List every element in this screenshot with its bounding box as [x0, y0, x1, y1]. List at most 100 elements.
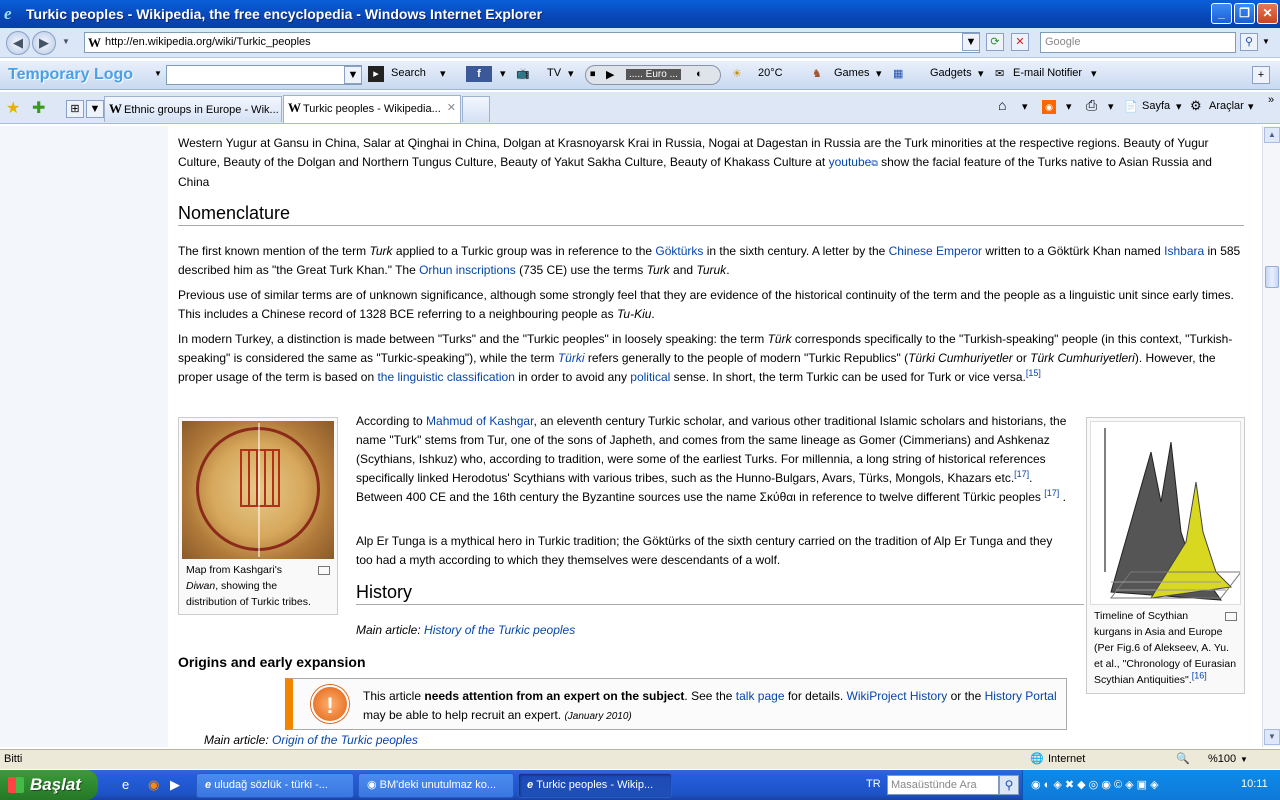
dropdown-icon[interactable]: ▾ [1091, 67, 1097, 80]
forward-button[interactable]: ▶ [32, 31, 56, 55]
volume-icon[interactable]: ◐ [696, 68, 703, 80]
favorites-star-icon[interactable]: ★ [6, 98, 20, 118]
url-input[interactable]: W http://en.wikipedia.org/wiki/Turkic_pe… [84, 32, 980, 53]
play-icon[interactable]: ▶ [606, 68, 614, 81]
tab-list-dropdown-icon[interactable]: ▼ [86, 100, 104, 118]
kashgari-map-image[interactable] [182, 421, 334, 559]
toolbar-options-icon[interactable]: + [1252, 66, 1270, 84]
vertical-scrollbar[interactable]: ▲ ▼ [1262, 126, 1280, 747]
gadgets-button[interactable]: Gadgets [930, 67, 972, 79]
facebook-icon[interactable]: f [466, 66, 492, 82]
refresh-icon[interactable]: ⟳ [986, 33, 1004, 51]
history-portal-link[interactable]: History Portal [985, 689, 1057, 703]
enlarge-icon[interactable] [1225, 612, 1237, 621]
tools-menu-button[interactable]: Araçlar [1209, 100, 1244, 112]
tab-turkic-peoples[interactable]: W Turkic peoples - Wikipedia... ✕ [283, 95, 461, 123]
dropdown-icon[interactable]: ▾ [1176, 100, 1182, 113]
home-icon[interactable]: ⌂ [998, 97, 1006, 113]
tv-button[interactable]: TV [547, 67, 561, 79]
language-indicator[interactable]: TR [866, 778, 881, 790]
linguistic-classification-link[interactable]: the linguistic classification [377, 370, 514, 384]
search-icon[interactable]: ⚲ [1240, 33, 1258, 51]
close-button[interactable]: ✕ [1257, 3, 1278, 24]
clock[interactable]: 10:11 [1241, 778, 1268, 790]
dropdown-icon[interactable]: ▾ [568, 67, 574, 80]
toolbar-logo[interactable]: Temporary Logo [8, 66, 133, 84]
mahmud-of-kashgar-link[interactable]: Mahmud of Kashgar [426, 414, 533, 428]
history-of-turkic-peoples-link[interactable]: History of the Turkic peoples [424, 623, 575, 637]
task-bm-unutulmaz[interactable]: ◉ BM'deki unutulmaz ko... [358, 773, 514, 798]
toolbar-search-button[interactable]: Search [391, 67, 426, 79]
dropdown-icon[interactable]: ▾ [1022, 100, 1028, 113]
enlarge-icon[interactable] [318, 566, 330, 575]
zoom-dropdown-icon[interactable]: ▼ [1240, 750, 1248, 769]
reference-17-link[interactable]: [17] [1044, 488, 1059, 498]
desktop-search-input[interactable]: Masaüstünde Ara [887, 775, 999, 795]
reference-15-link[interactable]: [15] [1026, 368, 1041, 378]
gokturks-link[interactable]: Göktürks [655, 244, 703, 258]
new-tab-button[interactable] [462, 96, 490, 122]
youtube-link[interactable]: youtube [829, 155, 872, 169]
media-player-icon[interactable]: ▶ [170, 777, 180, 793]
show-desktop-icon[interactable]: e [122, 777, 129, 792]
chinese-emperor-link[interactable]: Chinese Emperor [889, 244, 982, 258]
zoom-level[interactable]: %100 [1208, 750, 1236, 769]
reference-17-link[interactable]: [17] [1014, 469, 1029, 479]
toolbar-search-dropdown-icon[interactable]: ▼ [344, 66, 362, 84]
rss-feed-icon[interactable]: ◉ [1042, 100, 1056, 114]
back-button[interactable]: ◀ [6, 31, 30, 55]
chevron-right-icon[interactable]: » [1268, 94, 1274, 106]
stop-icon[interactable]: ⏹ [590, 68, 596, 81]
task-label: BM'deki unutulmaz ko... [379, 779, 497, 791]
history-dropdown-icon[interactable]: ▼ [62, 37, 70, 46]
dropdown-icon[interactable]: ▾ [978, 67, 984, 80]
turki-link[interactable]: Türki [558, 351, 585, 365]
task-uludag-sozluk[interactable]: e uludağ sözlük - türki -... [196, 773, 354, 798]
logo-dropdown-icon[interactable]: ▼ [154, 69, 162, 78]
text-italic: Turk [646, 263, 670, 277]
dropdown-icon[interactable]: ▾ [1066, 100, 1072, 113]
weather-temperature[interactable]: 20°C [758, 67, 783, 79]
scrollbar-thumb[interactable] [1265, 266, 1279, 288]
tv-icon[interactable]: 📺 [516, 67, 530, 80]
dropdown-icon[interactable]: ▾ [440, 67, 446, 80]
talk-page-link[interactable]: talk page [736, 689, 785, 703]
desktop-search-icon[interactable]: ⚲ [999, 775, 1019, 795]
print-icon[interactable]: ⎙ [1086, 97, 1097, 114]
email-notifier-button[interactable]: E-mail Notifier [1013, 67, 1082, 79]
internet-zone-icon: 🌐 [1030, 753, 1044, 765]
dropdown-icon[interactable]: ▾ [1248, 100, 1254, 113]
firefox-icon[interactable]: ◉ [148, 777, 159, 793]
ishbara-link[interactable]: Ishbara [1164, 244, 1204, 258]
wikiproject-history-link[interactable]: WikiProject History [847, 689, 948, 703]
stop-icon[interactable]: ✕ [1011, 33, 1029, 51]
tab-ethnic-groups[interactable]: W Ethnic groups in Europe - Wik... [104, 96, 282, 122]
radio-station[interactable]: ..... Euro ... [626, 69, 681, 80]
minimize-button[interactable]: _ [1211, 3, 1232, 24]
reference-16-link[interactable]: [16] [1192, 671, 1207, 681]
url-dropdown-icon[interactable]: ▼ [962, 33, 980, 51]
google-search-input[interactable]: Google [1040, 32, 1236, 53]
origin-of-turkic-peoples-link[interactable]: Origin of the Turkic peoples [272, 733, 418, 747]
page-menu-button[interactable]: Sayfa [1142, 100, 1170, 112]
dropdown-icon[interactable]: ▾ [876, 67, 882, 80]
scroll-up-icon[interactable]: ▲ [1264, 127, 1280, 143]
dropdown-icon[interactable]: ▾ [1108, 100, 1114, 113]
orhun-inscriptions-link[interactable]: Orhun inscriptions [419, 263, 516, 277]
add-favorites-icon[interactable]: ✚ [32, 98, 45, 118]
quick-tabs-icon[interactable]: ⊞ [66, 100, 84, 118]
political-link[interactable]: political [630, 370, 670, 384]
tray-icons[interactable]: ◉ ◐ ◈ ✖ ◆ ◎ ◉ © ◈ ▣ ◈ [1031, 778, 1159, 791]
close-tab-icon[interactable]: ✕ [447, 96, 456, 120]
dropdown-icon[interactable]: ▾ [500, 67, 506, 80]
radio-player[interactable]: ⏹ ▶ ..... Euro ... ◐ [585, 65, 721, 85]
task-turkic-peoples[interactable]: e Turkic peoples - Wikip... [518, 773, 672, 798]
start-button[interactable]: Başlat [0, 770, 98, 800]
toolbar-search-input[interactable] [166, 65, 362, 85]
search-dropdown-icon[interactable]: ▼ [1262, 37, 1270, 46]
games-button[interactable]: Games [834, 67, 869, 79]
search-arrow-icon[interactable]: ▸ [368, 66, 384, 82]
kurgan-chart-image[interactable] [1090, 421, 1241, 605]
maximize-button[interactable]: ❐ [1234, 3, 1255, 24]
scroll-down-icon[interactable]: ▼ [1264, 729, 1280, 745]
